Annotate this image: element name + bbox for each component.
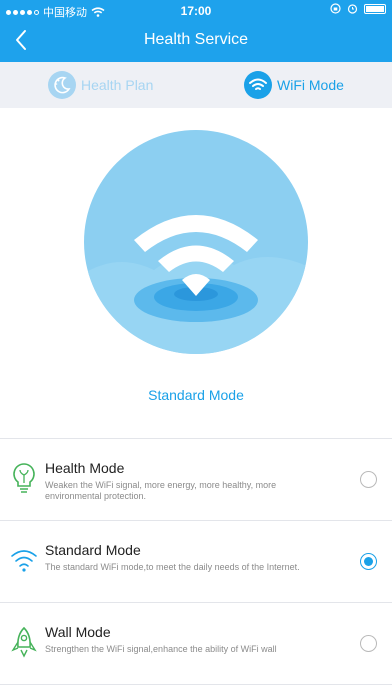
mode-title: Standard Mode	[45, 542, 141, 558]
standard-mode-radio[interactable]	[360, 553, 377, 570]
tab-health-plan-label: Health Plan	[81, 77, 154, 93]
mode-description: The standard WiFi mode,to meet the daily…	[45, 562, 300, 572]
wifi-icon	[244, 71, 272, 99]
health-mode-radio[interactable]	[360, 471, 377, 488]
mode-description: Strengthen the WiFi signal,enhance the a…	[45, 644, 277, 654]
mode-description: Weaken the WiFi signal, more energy, mor…	[45, 480, 277, 501]
rocket-icon	[11, 626, 37, 658]
mode-option-standard[interactable]: Standard Mode The standard WiFi mode,to …	[0, 521, 392, 603]
tab-health-plan[interactable]: Health Plan	[48, 62, 153, 108]
navigation-bar: Health Service	[0, 20, 392, 62]
battery-icon	[364, 3, 386, 14]
wifi-icon	[11, 550, 37, 572]
mode-option-health[interactable]: Health Mode Weaken the WiFi signal, more…	[0, 439, 392, 521]
mode-tabs: Health Plan WiFi Mode	[0, 62, 392, 108]
moon-icon	[48, 71, 76, 99]
tab-wifi-mode-label: WiFi Mode	[277, 77, 344, 93]
lightbulb-icon	[13, 463, 35, 493]
wifi-mode-illustration	[84, 130, 308, 354]
alarm-icon	[347, 4, 358, 14]
current-mode-label: Standard Mode	[148, 387, 244, 403]
wall-mode-radio[interactable]	[360, 635, 377, 652]
divider	[0, 684, 392, 685]
status-bar: 中国移动 17:00	[0, 0, 392, 20]
orientation-lock-icon	[330, 3, 341, 14]
header: 中国移动 17:00 Health Service	[0, 0, 392, 62]
tab-wifi-mode[interactable]: WiFi Mode	[244, 62, 344, 108]
mode-title: Wall Mode	[45, 624, 111, 640]
mode-title: Health Mode	[45, 460, 125, 476]
mode-option-wall[interactable]: Wall Mode Strengthen the WiFi signal,enh…	[0, 603, 392, 685]
page-title: Health Service	[143, 31, 249, 48]
